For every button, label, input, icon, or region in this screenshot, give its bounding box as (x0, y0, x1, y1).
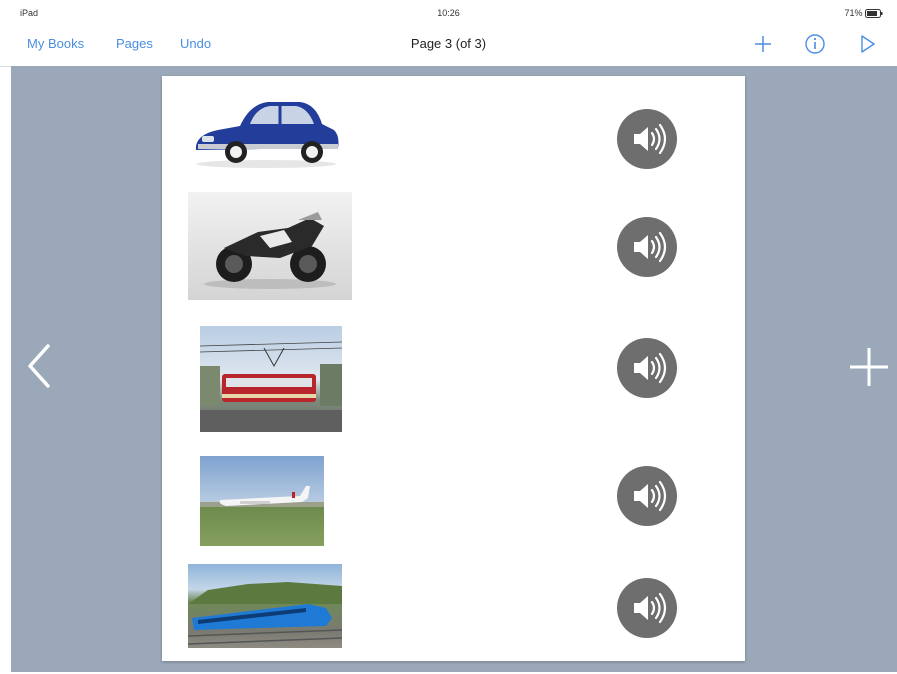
battery-percent: 71% (844, 8, 863, 18)
train-picture[interactable] (188, 564, 342, 648)
play-sound-button[interactable] (617, 578, 677, 638)
play-sound-button[interactable] (617, 217, 677, 277)
speaker-icon (634, 352, 667, 384)
play-sound-button[interactable] (617, 109, 677, 169)
battery-icon (865, 9, 883, 19)
navigation-bar: My Books Pages Undo Page 3 (of 3) (0, 24, 897, 67)
book-page (162, 76, 745, 661)
car-picture[interactable] (188, 94, 344, 174)
status-bar: iPad 10:26 71% (0, 0, 897, 24)
play-sound-button[interactable] (617, 338, 677, 398)
clock: 10:26 (437, 8, 460, 18)
add-page-plus-icon[interactable] (848, 346, 890, 388)
tram-picture[interactable] (200, 326, 342, 432)
speaker-icon (634, 480, 667, 512)
previous-page-arrow-icon[interactable] (24, 343, 54, 389)
play-icon[interactable] (856, 33, 878, 55)
speaker-icon (634, 592, 667, 624)
plus-icon[interactable] (752, 33, 774, 55)
speaker-icon (634, 123, 667, 155)
motorcycle-picture[interactable] (188, 192, 352, 300)
airplane-picture[interactable] (200, 456, 324, 546)
info-icon[interactable] (804, 33, 826, 55)
speaker-icon (634, 231, 667, 263)
play-sound-button[interactable] (617, 466, 677, 526)
battery-indicator: 71% (844, 8, 883, 19)
